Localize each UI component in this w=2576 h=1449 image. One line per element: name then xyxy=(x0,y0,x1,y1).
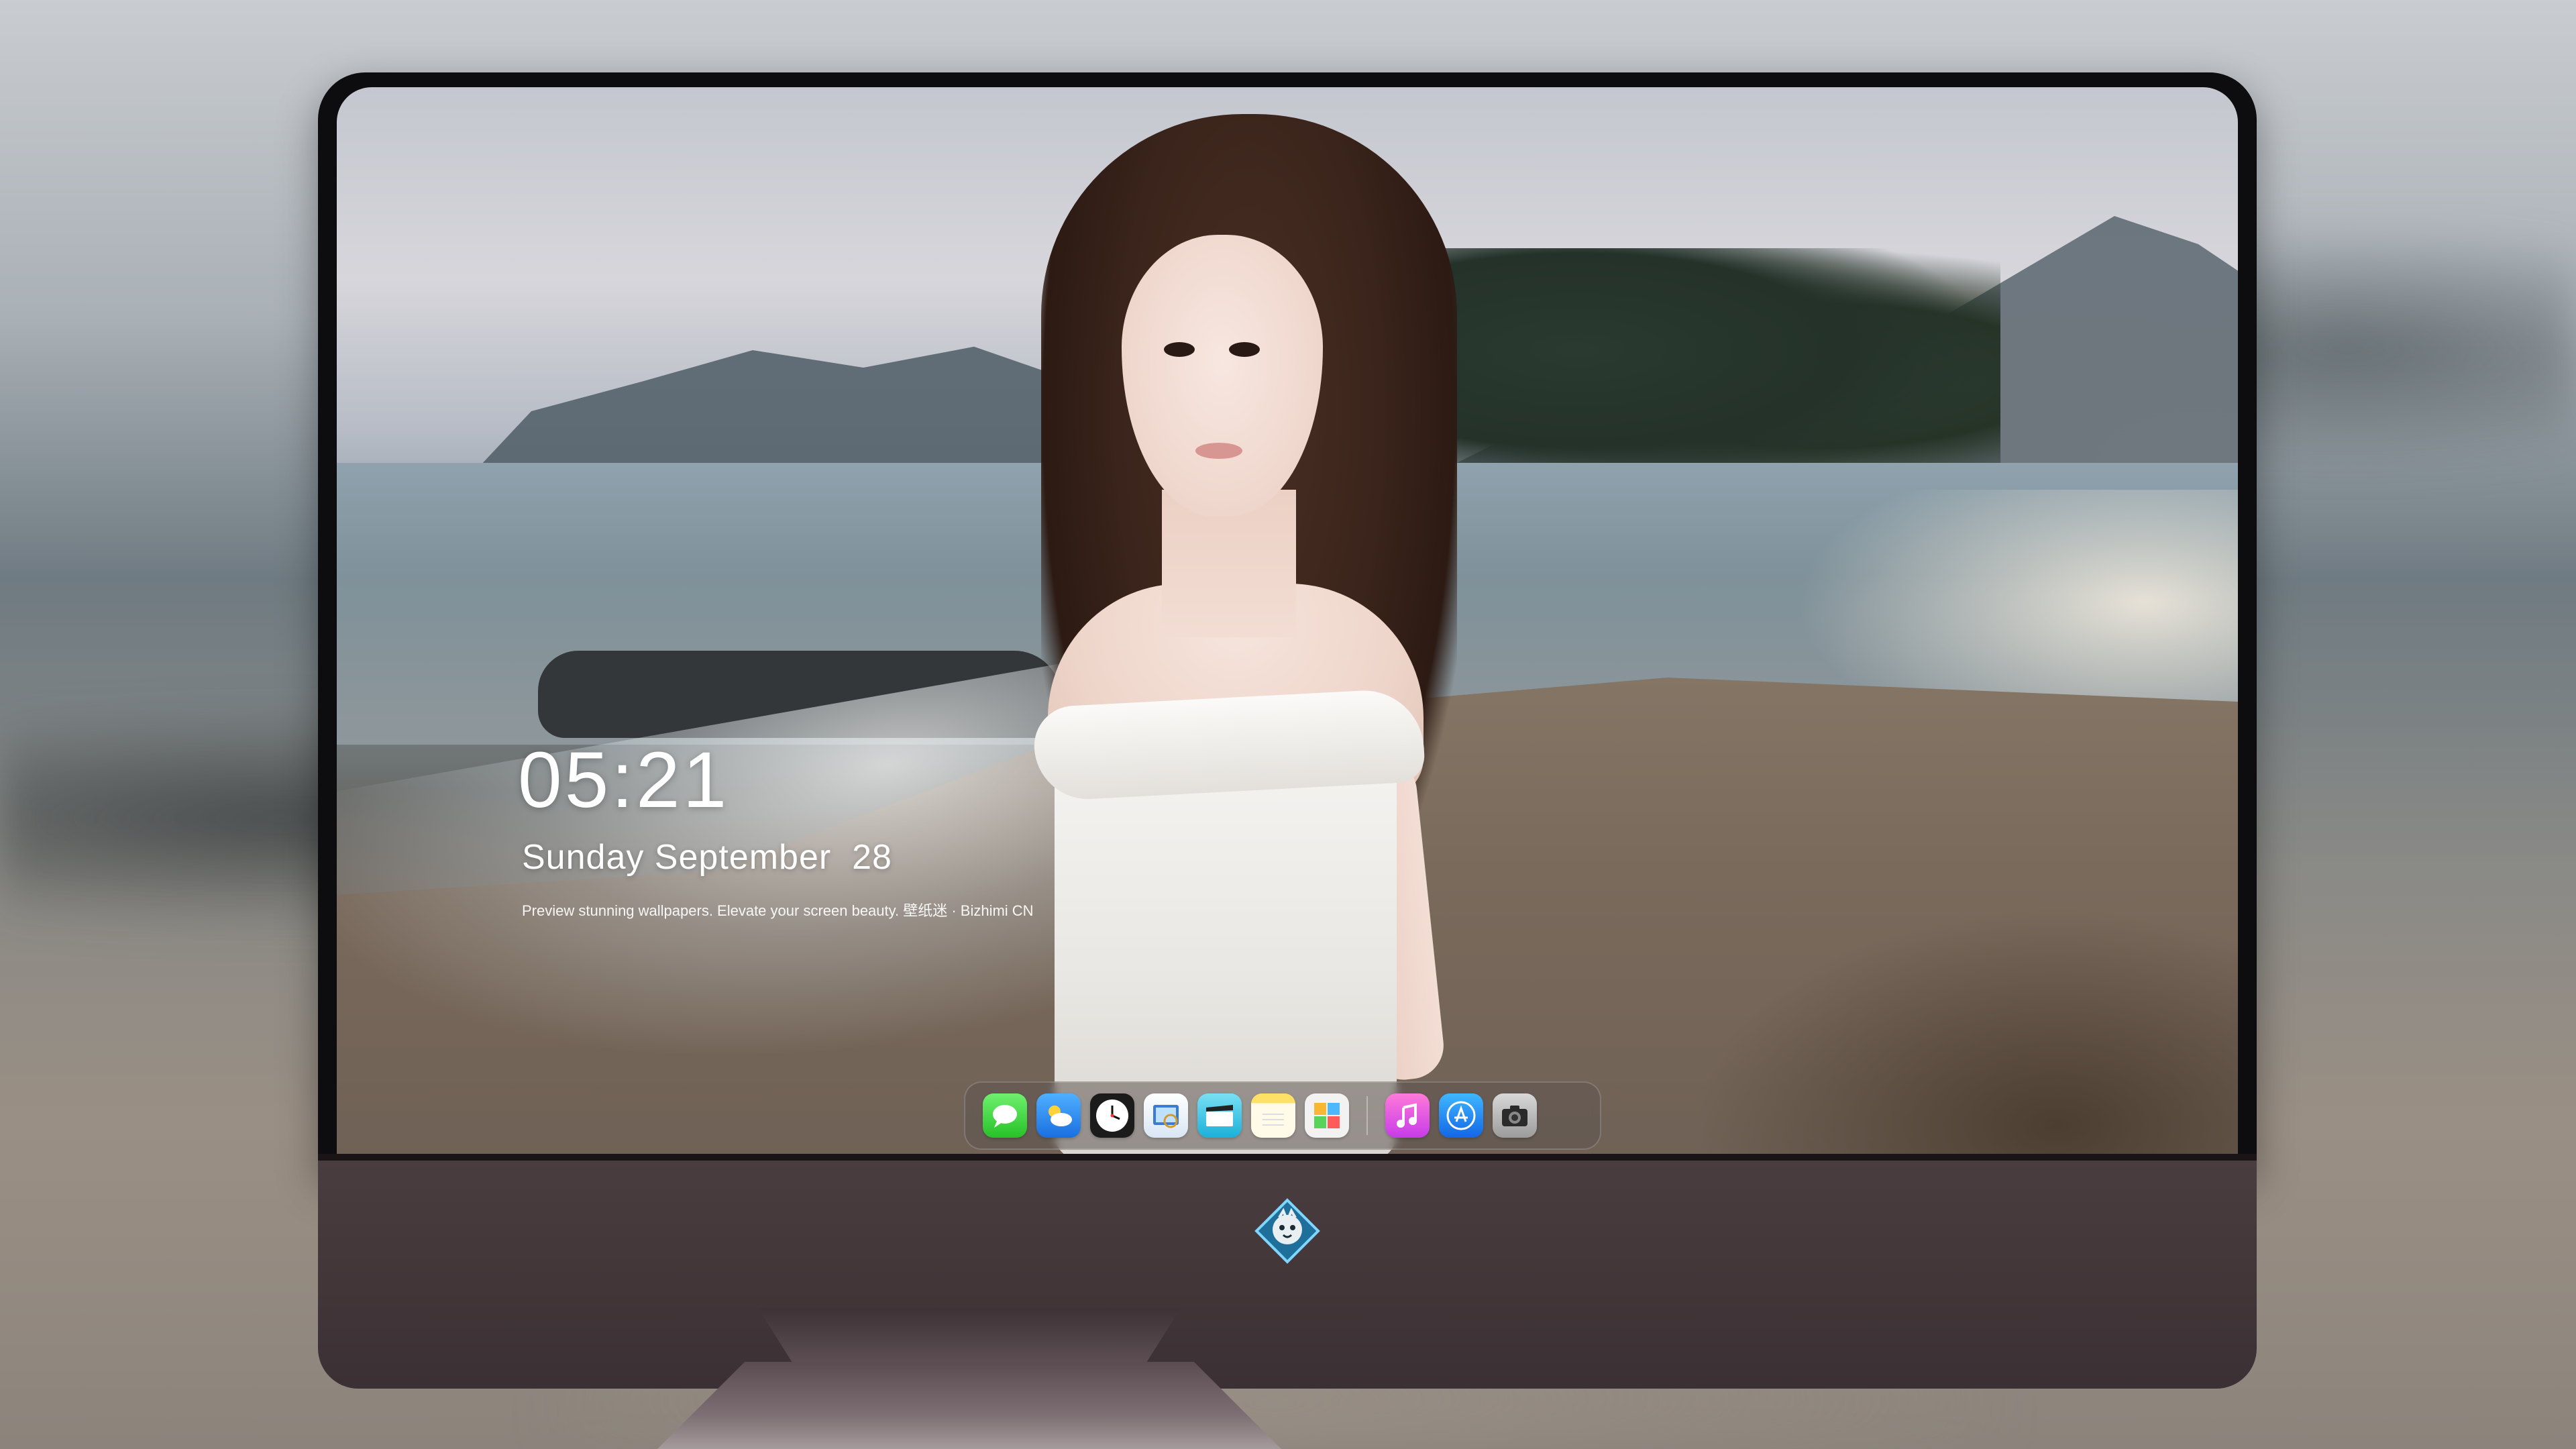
preview-icon[interactable] xyxy=(1144,1093,1188,1138)
notes-icon[interactable] xyxy=(1251,1093,1295,1138)
camera-icon[interactable] xyxy=(1493,1093,1537,1138)
lockscreen-time: 05:21 xyxy=(518,736,730,824)
lockscreen-tagline: Preview stunning wallpapers. Elevate you… xyxy=(522,902,1034,919)
lockscreen-date: Sunday September 28 xyxy=(522,838,892,877)
video-icon[interactable] xyxy=(1197,1093,1242,1138)
wallpaper-person-eye-right xyxy=(1229,342,1260,357)
wallpaper-person-eye-left xyxy=(1164,342,1195,357)
desktop-screen: 05:21 Sunday September 28 Preview stunni… xyxy=(337,87,2238,1154)
monitor-stand-neck xyxy=(758,1308,1181,1362)
wallpaper-brush xyxy=(1634,872,2238,1154)
dock-separator xyxy=(1366,1096,1368,1135)
monitor-stand-base xyxy=(657,1362,1281,1449)
clock-icon[interactable] xyxy=(1090,1093,1134,1138)
monitor-bezel: 05:21 Sunday September 28 Preview stunni… xyxy=(318,72,2257,1173)
music-icon[interactable] xyxy=(1385,1093,1430,1138)
weather-icon[interactable] xyxy=(1036,1093,1081,1138)
messages-icon[interactable] xyxy=(983,1093,1027,1138)
wallpaper-person-lips xyxy=(1195,443,1242,459)
monitor-chin xyxy=(318,1154,2257,1389)
photos-icon[interactable] xyxy=(1305,1093,1349,1138)
app-store-icon[interactable] xyxy=(1439,1093,1483,1138)
monitor: 05:21 Sunday September 28 Preview stunni… xyxy=(318,72,2257,1389)
dock xyxy=(964,1081,1601,1150)
brand-logo-icon xyxy=(1254,1198,1320,1264)
